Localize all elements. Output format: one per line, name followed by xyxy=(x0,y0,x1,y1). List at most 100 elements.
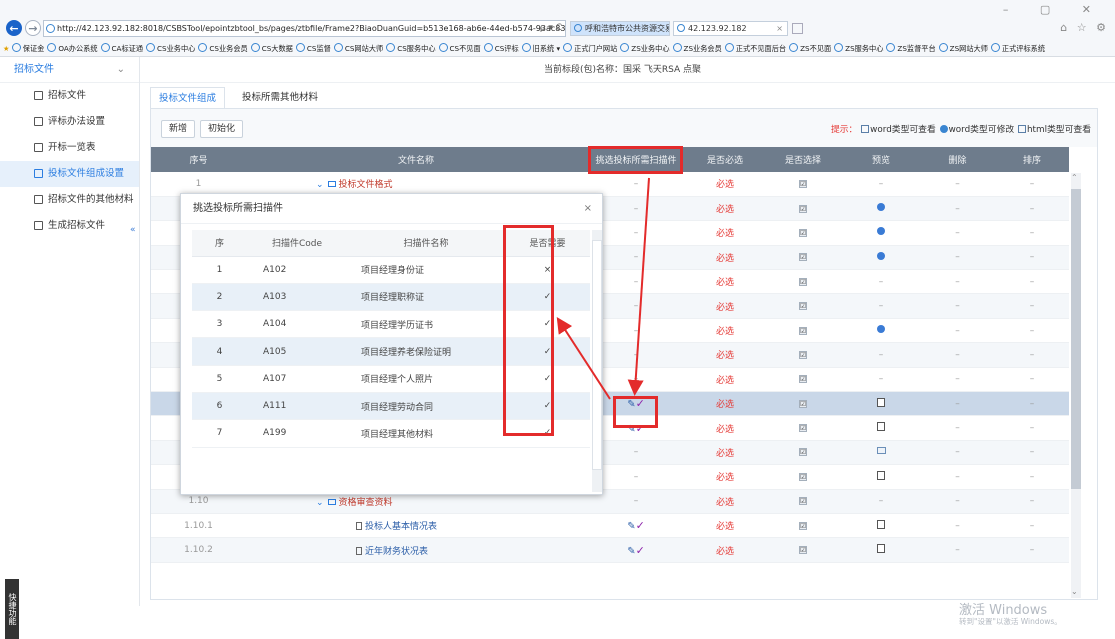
row-delete[interactable]: – xyxy=(920,318,995,344)
address-bar[interactable]: http://42.123.92.182:8018/CSBSTool/epoin… xyxy=(43,20,566,37)
row-delete[interactable]: – xyxy=(920,172,995,197)
sidebar-item-generate[interactable]: 生成招标文件 xyxy=(0,213,139,239)
checkbox-checked[interactable]: ☑ xyxy=(799,350,807,359)
favorite-link[interactable]: 正式评标系统 xyxy=(991,42,1045,56)
forward-button[interactable]: → xyxy=(25,20,41,36)
row-scan[interactable]: ✎✓ xyxy=(586,537,686,563)
favorite-link[interactable]: CS网站大师 xyxy=(334,42,383,56)
row-selected[interactable]: ☑ xyxy=(764,489,842,514)
browser-tab-1[interactable]: 呼和浩特市公共资源交易平台 xyxy=(570,21,670,36)
checkbox-checked[interactable]: ☑ xyxy=(799,399,807,408)
sidebar-item-evaluation[interactable]: 评标办法设置 xyxy=(0,109,139,135)
sidebar-item-composition[interactable]: 投标文件组成设置 xyxy=(0,161,139,187)
window-controls[interactable]: – ▢ ✕ xyxy=(1003,3,1105,16)
chevron-down-icon[interactable]: ⌄ xyxy=(117,57,125,83)
scroll-up-icon[interactable]: ⌃ xyxy=(1071,173,1078,182)
checkbox-checked[interactable]: ☑ xyxy=(799,448,807,457)
row-delete[interactable]: – xyxy=(920,489,995,514)
row-delete[interactable]: – xyxy=(920,537,995,563)
row-sort[interactable]: – xyxy=(995,391,1069,417)
row-sort[interactable]: – xyxy=(995,440,1069,466)
checkbox-checked[interactable]: ☑ xyxy=(799,228,807,237)
row-file-name[interactable]: 投标人基本情况表 xyxy=(246,513,586,539)
word-edit-icon[interactable] xyxy=(877,227,885,236)
close-tab-icon[interactable]: × xyxy=(776,22,783,35)
row-preview[interactable]: – xyxy=(842,269,920,295)
row-preview[interactable] xyxy=(842,196,920,222)
row-preview[interactable] xyxy=(842,245,920,271)
row-selected[interactable]: ☑ xyxy=(764,464,842,490)
row-preview[interactable]: – xyxy=(842,293,920,319)
tab-bid-composition[interactable]: 投标文件组成 xyxy=(150,87,226,109)
favorite-link[interactable]: CS业务中心 xyxy=(146,42,195,56)
row-delete[interactable]: – xyxy=(920,293,995,319)
favorite-link[interactable]: 正式门户网站 xyxy=(563,42,617,56)
favorite-link[interactable]: ZS监督平台 xyxy=(886,42,935,56)
collapse-sidebar-icon[interactable]: « xyxy=(130,225,136,235)
html-view-icon[interactable] xyxy=(877,397,885,407)
checkbox-checked[interactable]: ☑ xyxy=(799,204,807,213)
row-selected[interactable]: ☑ xyxy=(764,172,842,197)
row-scan[interactable]: ✎✓ xyxy=(586,513,686,539)
table-row[interactable]: 1.10.1 投标人基本情况表 ✎✓ 必选 ☑ – – xyxy=(151,513,1069,539)
row-selected[interactable]: ☑ xyxy=(764,415,842,441)
row-delete[interactable]: – xyxy=(920,391,995,417)
word-view-icon[interactable] xyxy=(876,447,886,455)
checkbox-checked[interactable]: ☑ xyxy=(799,302,807,311)
html-view-icon[interactable] xyxy=(877,544,885,554)
word-edit-icon[interactable] xyxy=(877,203,885,212)
row-preview[interactable]: – xyxy=(842,342,920,368)
checkbox-checked[interactable]: ☑ xyxy=(799,277,807,286)
row-preview[interactable] xyxy=(842,318,920,344)
row-selected[interactable]: ☑ xyxy=(764,318,842,344)
back-button[interactable]: ← xyxy=(6,20,22,36)
checkbox-checked[interactable]: ☑ xyxy=(799,497,807,506)
html-view-icon[interactable] xyxy=(877,470,885,480)
row-selected[interactable]: ☑ xyxy=(764,293,842,319)
sidebar-item-opening[interactable]: 开标一览表 xyxy=(0,135,139,161)
row-selected[interactable]: ☑ xyxy=(764,367,842,393)
row-selected[interactable]: ☑ xyxy=(764,391,842,417)
favorites-star-icon[interactable]: ★ xyxy=(3,44,9,53)
favorite-link[interactable]: CS业务会员 xyxy=(198,42,247,56)
checkbox-checked[interactable]: ☑ xyxy=(799,375,807,384)
sidebar-item-tender-file[interactable]: 招标文件 xyxy=(0,83,139,109)
row-preview[interactable] xyxy=(842,415,920,441)
row-sort[interactable]: – xyxy=(995,464,1069,490)
row-delete[interactable]: – xyxy=(920,464,995,490)
row-selected[interactable]: ☑ xyxy=(764,220,842,246)
row-sort[interactable]: – xyxy=(995,342,1069,368)
row-delete[interactable]: – xyxy=(920,220,995,246)
word-edit-icon[interactable] xyxy=(877,251,885,260)
checkbox-checked[interactable]: ☑ xyxy=(799,253,807,262)
favorite-link[interactable]: ZS网站大师 xyxy=(939,42,988,56)
address-controls[interactable]: ρ ▾ C xyxy=(540,21,562,36)
row-sort[interactable]: – xyxy=(995,220,1069,246)
favorite-link[interactable]: OA办公系统 xyxy=(47,42,97,56)
favorite-link[interactable]: CS监督 xyxy=(296,42,331,56)
row-sort[interactable]: – xyxy=(995,489,1069,514)
favorite-link[interactable]: ZS业务会员 xyxy=(673,42,722,56)
expand-caret-icon[interactable]: ⌄ xyxy=(316,498,324,508)
row-sort[interactable]: – xyxy=(995,293,1069,319)
favorite-link[interactable]: 正式不见面后台 xyxy=(725,42,786,56)
check-icon[interactable]: ✓ xyxy=(636,519,645,532)
row-preview[interactable] xyxy=(842,391,920,417)
row-preview[interactable]: – xyxy=(842,172,920,197)
new-tab-button[interactable] xyxy=(792,23,803,34)
row-preview[interactable] xyxy=(842,537,920,563)
favorite-link[interactable]: CS不见面 xyxy=(439,42,481,56)
word-edit-icon[interactable] xyxy=(877,325,885,334)
row-preview[interactable] xyxy=(842,220,920,246)
checkbox-checked[interactable]: ☑ xyxy=(799,472,807,481)
row-preview[interactable] xyxy=(842,464,920,490)
row-preview[interactable]: – xyxy=(842,489,920,514)
row-delete[interactable]: – xyxy=(920,415,995,441)
row-selected[interactable]: ☑ xyxy=(764,245,842,271)
row-selected[interactable]: ☑ xyxy=(764,440,842,466)
row-sort[interactable]: – xyxy=(995,415,1069,441)
tab-other-materials[interactable]: 投标所需其他材料 xyxy=(234,87,326,109)
row-sort[interactable]: – xyxy=(995,172,1069,197)
add-button[interactable]: 新增 xyxy=(161,120,196,138)
browser-tab-2[interactable]: 42.123.92.182 × xyxy=(673,21,788,36)
